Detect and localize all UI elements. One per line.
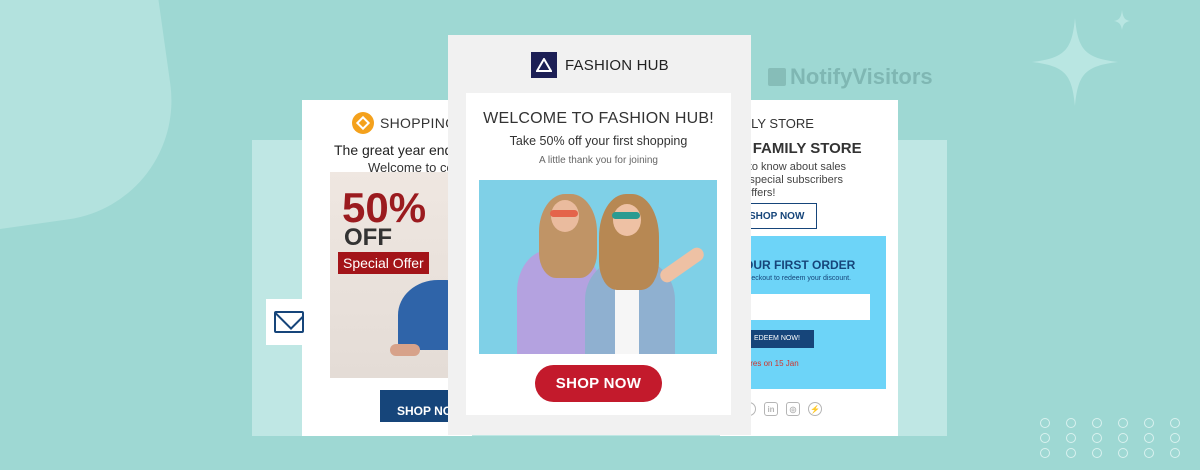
- social-links: t in ◎ ⚡: [742, 402, 822, 416]
- messenger-icon[interactable]: ⚡: [808, 402, 822, 416]
- thanks-note: A little thank you for joining: [539, 155, 658, 166]
- shopping-tagline: The great year end: [334, 142, 453, 158]
- linkedin-icon[interactable]: in: [764, 402, 778, 416]
- first-order-coupon-box: OUR FIRST ORDER checkout to redeem your …: [730, 236, 886, 389]
- envelope-icon: [274, 311, 304, 333]
- shop-now-button[interactable]: SHOP NOW: [535, 365, 662, 402]
- special-offer-badge: Special Offer: [338, 252, 429, 274]
- redeem-now-button[interactable]: EDEEM NOW!: [744, 330, 814, 348]
- background-blob: [0, 0, 187, 235]
- coupon-title: OUR FIRST ORDER: [744, 258, 856, 272]
- coupon-code-field[interactable]: [744, 294, 870, 320]
- triangle-logo-icon: [531, 52, 557, 78]
- welcome-title: WELCOME TO FASHION HUB!: [483, 110, 714, 127]
- dot-pattern: [1040, 418, 1188, 458]
- model-leg: [390, 344, 420, 356]
- brand-name: NotifyVisitors: [790, 64, 933, 89]
- brand-mark-icon: [768, 68, 786, 86]
- coupon-expiry: pires on 15 Jan: [744, 359, 799, 368]
- sparkle-star-icon: [1032, 10, 1130, 106]
- instagram-icon[interactable]: ◎: [786, 402, 800, 416]
- offer-off: OFF: [344, 224, 392, 251]
- shopping-email-card: SHOPPING The great year end Welcome to c…: [302, 100, 472, 436]
- fashion-hub-header: FASHION HUB: [531, 52, 669, 78]
- fashion-hub-panel: WELCOME TO FASHION HUB! Take 50% off you…: [466, 93, 731, 415]
- discount-subtitle: Take 50% off your first shopping: [509, 134, 688, 148]
- shopping-logo-icon: [352, 112, 374, 134]
- coupon-subtitle: checkout to redeem your discount.: [744, 275, 852, 282]
- fashion-hub-email-card: FASHION HUB WELCOME TO FASHION HUB! Take…: [448, 35, 751, 435]
- models-photo: [479, 180, 717, 354]
- shopping-brand: SHOPPING: [380, 115, 457, 131]
- mail-tile: [266, 299, 312, 345]
- notifyvisitors-logo: NotifyVisitors: [768, 64, 933, 90]
- fashion-hub-brand: FASHION HUB: [565, 56, 669, 74]
